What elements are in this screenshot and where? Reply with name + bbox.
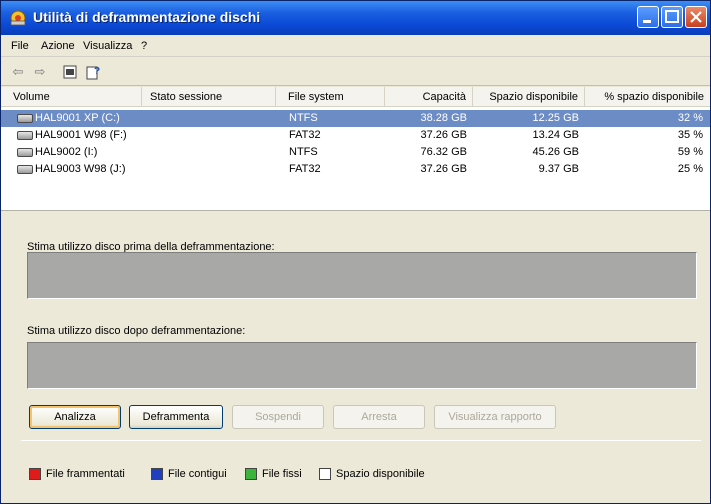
cell-spazio: 9.37 GB <box>538 163 579 175</box>
cell-file-system: NTFS <box>289 112 318 124</box>
close-icon <box>690 11 702 23</box>
column-volume[interactable]: Volume <box>1 87 142 107</box>
analysis-pane: Stima utilizzo disco prima della deframm… <box>1 212 710 503</box>
menu-help[interactable]: ? <box>141 40 147 52</box>
cell-file-system: FAT32 <box>289 163 321 175</box>
minimize-button[interactable] <box>637 6 659 28</box>
window-title: Utilità di deframmentazione dischi <box>33 9 261 25</box>
help-icon[interactable]: ? <box>85 63 103 81</box>
title-bar[interactable]: Utilità di deframmentazione dischi <box>1 1 710 35</box>
forward-arrow-icon[interactable]: ⇨ <box>31 63 49 81</box>
column-capacita[interactable]: Capacità <box>385 87 473 107</box>
maximize-button[interactable] <box>661 6 683 28</box>
cell-spazio: 12.25 GB <box>532 112 579 124</box>
table-row[interactable]: HAL9001 XP (C:) NTFS 38.28 GB 12.25 GB 3… <box>1 110 710 127</box>
hard-drive-icon <box>17 148 33 157</box>
legend-label: File fissi <box>262 468 302 480</box>
maximize-icon <box>665 10 679 23</box>
minimize-icon <box>643 20 651 23</box>
properties-icon[interactable] <box>61 63 79 81</box>
cell-perc: 25 % <box>677 163 703 175</box>
legend-disponibile: Spazio disponibile <box>319 467 425 481</box>
cell-perc: 59 % <box>677 146 703 158</box>
cell-capacita: 37.26 GB <box>420 129 467 141</box>
cell-capacita: 76.32 GB <box>420 146 467 158</box>
toolbar: ⇦ ⇨ ? <box>1 58 710 86</box>
before-usage-display <box>27 252 697 299</box>
legend-label: File contigui <box>168 468 227 480</box>
defrag-app-icon <box>10 10 26 26</box>
column-spazio-disponibile[interactable]: Spazio disponibile <box>473 87 585 107</box>
hard-drive-icon <box>17 114 33 123</box>
cell-perc: 32 % <box>677 112 703 124</box>
after-usage-display <box>27 342 697 389</box>
list-header: Volume Stato sessione File system Capaci… <box>1 87 710 107</box>
cell-capacita: 38.28 GB <box>420 112 467 124</box>
legend-fissi: File fissi <box>245 467 302 481</box>
defrag-window: Utilità di deframmentazione dischi File … <box>0 0 711 504</box>
hard-drive-icon <box>17 131 33 140</box>
deframmenta-button[interactable]: Deframmenta <box>129 405 223 429</box>
table-row[interactable]: HAL9002 (I:) NTFS 76.32 GB 45.26 GB 59 % <box>1 144 710 161</box>
cell-volume: HAL9003 W98 (J:) <box>35 163 126 175</box>
legend-label: File frammentati <box>46 468 125 480</box>
column-perc-disponibile[interactable]: % spazio disponibile <box>585 87 710 107</box>
white-swatch-icon <box>319 468 331 480</box>
legend-label: Spazio disponibile <box>336 468 425 480</box>
column-stato-sessione[interactable]: Stato sessione <box>142 87 276 107</box>
cell-volume: HAL9001 W98 (F:) <box>35 129 127 141</box>
menu-azione[interactable]: Azione <box>41 40 75 52</box>
divider <box>21 440 701 441</box>
svg-text:?: ? <box>94 66 100 77</box>
arresta-button[interactable]: Arresta <box>333 405 425 429</box>
cell-capacita: 37.26 GB <box>420 163 467 175</box>
red-swatch-icon <box>29 468 41 480</box>
legend-contigui: File contigui <box>151 467 227 481</box>
analizza-button[interactable]: Analizza <box>29 405 121 429</box>
blue-swatch-icon <box>151 468 163 480</box>
volume-list[interactable]: Volume Stato sessione File system Capaci… <box>1 87 710 211</box>
table-row[interactable]: HAL9001 W98 (F:) FAT32 37.26 GB 13.24 GB… <box>1 127 710 144</box>
cell-file-system: FAT32 <box>289 129 321 141</box>
cell-volume: HAL9002 (I:) <box>35 146 98 158</box>
cell-perc: 35 % <box>677 129 703 141</box>
menu-file[interactable]: File <box>11 40 29 52</box>
close-button[interactable] <box>685 6 707 28</box>
table-row[interactable]: HAL9003 W98 (J:) FAT32 37.26 GB 9.37 GB … <box>1 161 710 178</box>
legend-frammentati: File frammentati <box>29 467 125 481</box>
back-arrow-icon[interactable]: ⇦ <box>9 63 27 81</box>
after-usage-label: Stima utilizzo disco dopo deframmentazio… <box>27 325 246 337</box>
menu-visualizza[interactable]: Visualizza <box>83 40 132 52</box>
cell-spazio: 45.26 GB <box>532 146 579 158</box>
cell-spazio: 13.24 GB <box>532 129 579 141</box>
sospendi-button[interactable]: Sospendi <box>232 405 324 429</box>
cell-volume: HAL9001 XP (C:) <box>35 112 120 124</box>
menu-bar: File Azione Visualizza ? <box>1 35 710 57</box>
hard-drive-icon <box>17 165 33 174</box>
visualizza-rapporto-button[interactable]: Visualizza rapporto <box>434 405 556 429</box>
cell-file-system: NTFS <box>289 146 318 158</box>
green-swatch-icon <box>245 468 257 480</box>
column-file-system[interactable]: File system <box>276 87 385 107</box>
